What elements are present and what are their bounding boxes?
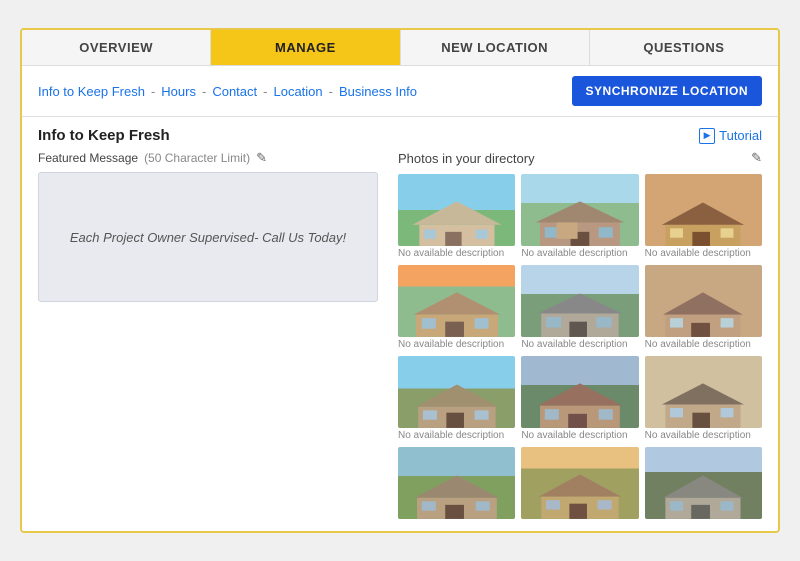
photo-thumb[interactable] (521, 265, 638, 337)
photo-thumb[interactable] (645, 265, 762, 337)
right-panel: Photos in your directory ✎ (398, 150, 762, 521)
tutorial-label: Tutorial (719, 128, 762, 143)
photo-item: No available description (645, 265, 762, 350)
video-icon: ▶ (699, 128, 715, 144)
photos-header: Photos in your directory ✎ (398, 150, 762, 166)
subnav-hours[interactable]: Hours (161, 84, 196, 99)
app-container: OVERVIEW MANAGE NEW LOCATION QUESTIONS I… (20, 28, 780, 533)
photos-grid: No available description (398, 174, 762, 521)
featured-label: Featured Message (50 Character Limit) ✎ (38, 150, 378, 166)
subnav-location[interactable]: Location (273, 84, 322, 99)
subnav-info[interactable]: Info to Keep Fresh (38, 84, 145, 99)
top-nav: OVERVIEW MANAGE NEW LOCATION QUESTIONS (22, 30, 778, 66)
tab-manage[interactable]: MANAGE (211, 30, 400, 65)
photo-item (645, 447, 762, 521)
photo-item: No available description (521, 356, 638, 441)
photo-item (521, 447, 638, 521)
photo-thumb[interactable] (521, 356, 638, 428)
photo-desc: No available description (645, 339, 762, 350)
photo-item: No available description (398, 356, 515, 441)
section-header: Info to Keep Fresh ▶ Tutorial (22, 117, 778, 150)
photo-thumb[interactable] (398, 265, 515, 337)
photo-desc: No available description (398, 339, 515, 350)
photo-desc: No available description (398, 248, 515, 259)
left-panel: Featured Message (50 Character Limit) ✎ … (38, 150, 378, 521)
photo-desc: No available description (521, 339, 638, 350)
sub-nav: Info to Keep Fresh - Hours - Contact - L… (22, 66, 778, 117)
sep-3: - (263, 84, 267, 99)
photo-thumb[interactable] (645, 356, 762, 428)
message-box: Each Project Owner Supervised- Call Us T… (38, 172, 378, 302)
tutorial-link[interactable]: ▶ Tutorial (699, 128, 762, 144)
tab-questions[interactable]: QUESTIONS (590, 30, 778, 65)
tab-overview[interactable]: OVERVIEW (22, 30, 211, 65)
photo-item: No available description (645, 174, 762, 259)
character-limit: (50 Character Limit) (144, 151, 250, 165)
photo-desc: No available description (645, 430, 762, 441)
photo-thumb[interactable] (398, 447, 515, 519)
photo-desc: No available description (521, 430, 638, 441)
sep-4: - (329, 84, 333, 99)
photo-item: No available description (521, 265, 638, 350)
tab-new-location[interactable]: NEW LOCATION (401, 30, 590, 65)
photos-edit-icon[interactable]: ✎ (751, 150, 762, 166)
photo-desc: No available description (398, 430, 515, 441)
photo-item: No available description (398, 265, 515, 350)
photo-desc: No available description (521, 248, 638, 259)
photo-item: No available description (645, 356, 762, 441)
photo-item: No available description (521, 174, 638, 259)
subnav-contact[interactable]: Contact (212, 84, 257, 99)
photo-item (398, 447, 515, 521)
featured-message-label: Featured Message (38, 151, 138, 165)
photo-thumb[interactable] (398, 356, 515, 428)
photo-thumb[interactable] (645, 447, 762, 519)
photo-thumb[interactable] (398, 174, 515, 246)
photo-desc: No available description (645, 248, 762, 259)
photo-thumb[interactable] (521, 447, 638, 519)
sep-2: - (202, 84, 206, 99)
photo-thumb[interactable] (645, 174, 762, 246)
photos-title: Photos in your directory (398, 151, 535, 166)
section-title: Info to Keep Fresh (38, 127, 170, 144)
main-content: Featured Message (50 Character Limit) ✎ … (22, 150, 778, 531)
photo-thumb[interactable] (521, 174, 638, 246)
featured-message-text: Each Project Owner Supervised- Call Us T… (70, 230, 346, 245)
photo-item: No available description (398, 174, 515, 259)
edit-icon[interactable]: ✎ (256, 150, 267, 166)
sep-1: - (151, 84, 155, 99)
subnav-business[interactable]: Business Info (339, 84, 417, 99)
sync-button[interactable]: SYNCHRONIZE LOCATION (572, 76, 762, 106)
